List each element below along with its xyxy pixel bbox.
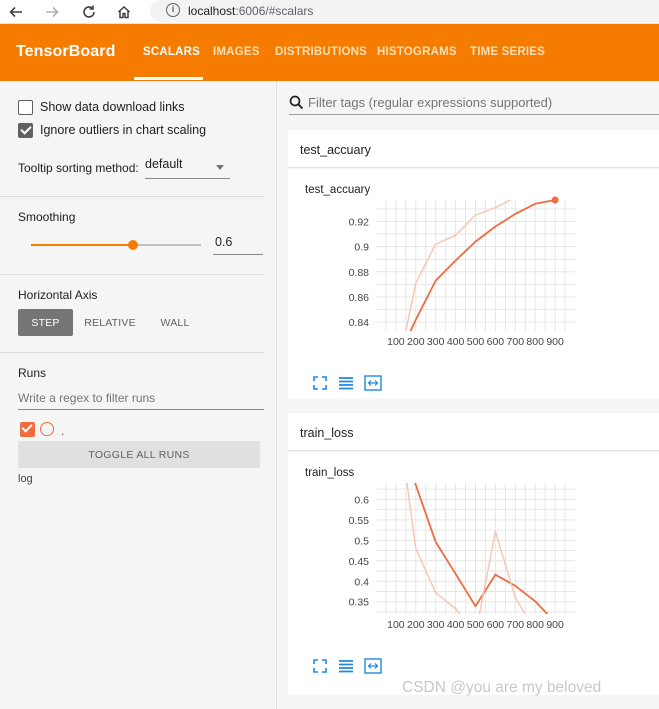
- x-tick-label: 700: [507, 619, 525, 631]
- x-tick-label: 400: [447, 619, 465, 631]
- x-tick-label: 800: [526, 619, 544, 631]
- back-arrow-icon[interactable]: [6, 2, 26, 22]
- y-tick-label: 0.88: [349, 267, 370, 279]
- tab-histograms[interactable]: HISTOGRAMS: [377, 46, 457, 58]
- show-download-links-label: Show data download links: [40, 100, 185, 114]
- x-tick-label: 600: [487, 336, 505, 348]
- tooltip-sorting-label: Tooltip sorting method:: [18, 161, 139, 175]
- tooltip-sorting-value: default: [145, 157, 183, 171]
- axis-relative-button[interactable]: RELATIVE: [80, 309, 140, 336]
- smoothing-value-input[interactable]: 0.6: [213, 235, 263, 255]
- smoothing-label: Smoothing: [18, 210, 76, 224]
- train-loss-chart[interactable]: 0.35 0.4 0.45 0.5 0.55 0.6 100 200 300 400 500 600 7…: [288, 452, 659, 652]
- tag-filter-input[interactable]: Filter tags (regular expressions support…: [289, 91, 659, 115]
- x-tick-label: 200: [407, 619, 425, 631]
- sidebar: Show data download links Ignore outliers…: [0, 81, 277, 709]
- smoothing-slider[interactable]: [31, 240, 201, 250]
- tooltip-sorting-select[interactable]: default: [145, 157, 230, 179]
- x-tick-label: 100: [387, 619, 405, 631]
- y-tick-label: 0.5: [354, 535, 369, 547]
- home-icon[interactable]: [114, 2, 134, 22]
- address-bar[interactable]: i localhost:6006/#scalars: [150, 0, 659, 22]
- ignore-outliers-checkbox[interactable]: [18, 122, 33, 138]
- run-name: .: [61, 424, 65, 438]
- x-tick-label: 600: [487, 619, 505, 631]
- y-tick-label: 0.84: [349, 317, 370, 329]
- tab-time-series[interactable]: TIME SERIES: [470, 46, 545, 58]
- toggle-all-runs-button[interactable]: TOGGLE ALL RUNS: [18, 441, 260, 468]
- app-logo: TensorBoard: [16, 43, 116, 60]
- chart-toolbar: [312, 375, 390, 391]
- smoothing-slider-thumb[interactable]: [128, 240, 138, 250]
- fit-domain-icon[interactable]: [364, 375, 382, 391]
- run-log-label: log: [18, 473, 33, 485]
- runs-label: Runs: [18, 366, 47, 380]
- tab-images[interactable]: IMAGES: [213, 46, 260, 58]
- x-tick-label: 200: [407, 336, 425, 348]
- forward-arrow-icon[interactable]: [42, 2, 62, 22]
- card-header-test-accuary[interactable]: test_accuary: [288, 130, 659, 168]
- smoothed-series-line: [414, 483, 549, 614]
- x-tick-label: 700: [507, 336, 525, 348]
- axis-step-button[interactable]: STEP: [18, 309, 73, 336]
- x-tick-label: 800: [526, 336, 544, 348]
- y-tick-label: 0.86: [349, 292, 370, 304]
- run-color-circle[interactable]: [40, 422, 54, 436]
- x-tick-label: 500: [467, 336, 485, 348]
- main-panel: Filter tags (regular expressions support…: [277, 81, 659, 709]
- data-table-icon[interactable]: [338, 658, 356, 674]
- run-checkbox[interactable]: [20, 422, 35, 437]
- y-tick-label: 0.55: [349, 515, 370, 527]
- horizontal-axis-label: Horizontal Axis: [18, 288, 98, 302]
- divider: [0, 274, 264, 275]
- chart-card-train-loss: train_loss 0.35 0.4 0.45 0.5 0.55 0.6 100 200 30…: [288, 452, 659, 695]
- chart-toolbar: [312, 658, 390, 674]
- show-download-links-option[interactable]: Show data download links: [18, 98, 185, 116]
- ignore-outliers-label: Ignore outliers in chart scaling: [40, 123, 207, 137]
- y-tick-label: 0.45: [349, 556, 370, 568]
- app-header: TensorBoard SCALARS IMAGES DISTRIBUTIONS…: [0, 24, 659, 81]
- fullscreen-icon[interactable]: [312, 375, 330, 391]
- series-end-marker: [551, 196, 559, 204]
- info-icon[interactable]: i: [166, 3, 180, 17]
- y-tick-label: 0.35: [349, 597, 370, 609]
- divider: [0, 196, 264, 197]
- x-tick-label: 500: [467, 619, 485, 631]
- watermark-text: CSDN @you are my beloved: [402, 679, 602, 696]
- tab-distributions[interactable]: DISTRIBUTIONS: [275, 46, 367, 58]
- tag-filter-placeholder: Filter tags (regular expressions support…: [308, 95, 553, 110]
- reload-icon[interactable]: [79, 2, 99, 22]
- url-text: localhost:6006/#scalars: [188, 4, 314, 18]
- ignore-outliers-option[interactable]: Ignore outliers in chart scaling: [18, 121, 206, 139]
- search-icon: [289, 95, 304, 110]
- card-header-train-loss[interactable]: train_loss: [288, 413, 659, 451]
- raw-series-line: [406, 483, 527, 614]
- y-tick-label: 0.4: [354, 576, 369, 588]
- runs-filter-input[interactable]: Write a regex to filter runs: [18, 386, 264, 410]
- show-download-links-checkbox[interactable]: [18, 99, 33, 115]
- divider: [0, 352, 264, 353]
- tab-scalars[interactable]: SCALARS: [143, 46, 200, 58]
- x-tick-label: 400: [447, 336, 465, 348]
- axis-wall-button[interactable]: WALL: [150, 309, 200, 336]
- card-title: train_loss: [300, 426, 354, 440]
- x-tick-label: 900: [546, 619, 564, 631]
- browser-toolbar: i localhost:6006/#scalars: [0, 0, 659, 24]
- chart-card-test-accuary: test_accuary 0.84 0.86 0.88 0.9 0.92 100 200 30…: [288, 169, 659, 399]
- data-table-icon[interactable]: [338, 375, 356, 391]
- dropdown-arrow-icon: [216, 165, 224, 170]
- x-tick-label: 100: [387, 336, 405, 348]
- smoothing-slider-fill: [31, 244, 133, 246]
- fullscreen-icon[interactable]: [312, 658, 330, 674]
- x-tick-label: 900: [546, 336, 564, 348]
- y-tick-label: 0.9: [354, 242, 369, 254]
- x-tick-label: 300: [427, 619, 445, 631]
- active-tab-indicator: [134, 77, 203, 80]
- x-tick-label: 300: [427, 336, 445, 348]
- fit-domain-icon[interactable]: [364, 658, 382, 674]
- test-accuary-chart[interactable]: 0.84 0.86 0.88 0.9 0.92 100 200 300 400 500 600 700…: [288, 169, 659, 369]
- card-title: test_accuary: [300, 143, 371, 157]
- y-tick-label: 0.92: [349, 216, 370, 228]
- y-tick-label: 0.6: [354, 494, 369, 506]
